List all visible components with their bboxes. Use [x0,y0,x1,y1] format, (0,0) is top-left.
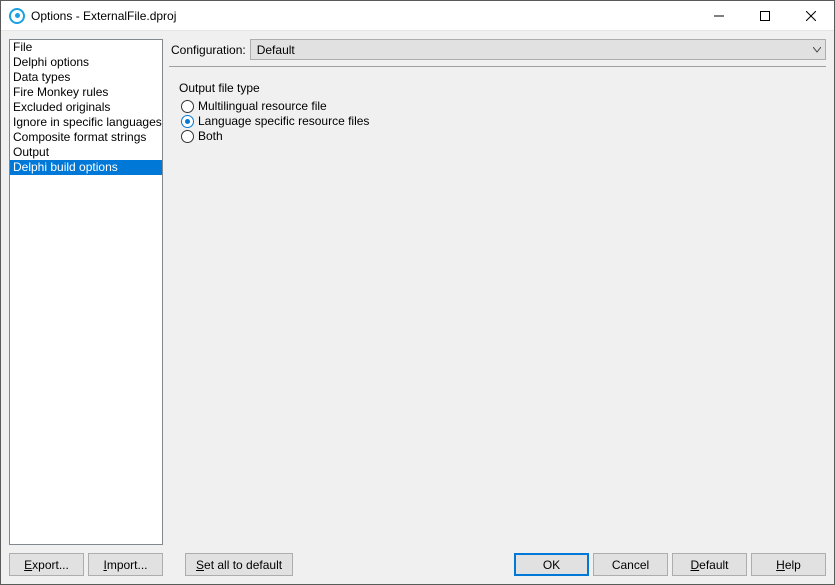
sidebar-item-excluded-originals[interactable]: Excluded originals [10,100,162,115]
radio-label: Language specific resource files [198,114,369,128]
cancel-button[interactable]: Cancel [593,553,668,576]
sidebar-item-file[interactable]: File [10,40,162,55]
sidebar-item-label: Ignore in specific languages [13,115,162,129]
configuration-select[interactable]: Default [250,39,826,60]
radio-icon [181,130,194,143]
sidebar-item-data-types[interactable]: Data types [10,70,162,85]
radio-language-specific[interactable]: Language specific resource files [179,114,826,128]
options-dialog: Options - ExternalFile.dproj File Delphi… [0,0,835,585]
sidebar-item-label: Fire Monkey rules [13,85,108,99]
radio-label: Both [198,129,223,143]
radio-multilingual[interactable]: Multilingual resource file [179,99,826,113]
close-button[interactable] [788,1,834,30]
sidebar-item-delphi-options[interactable]: Delphi options [10,55,162,70]
sidebar-item-ignore-languages[interactable]: Ignore in specific languages [10,115,162,130]
ok-button[interactable]: OK [514,553,589,576]
footer-left: Export... Import... Set all to default [9,553,293,576]
footer-right: OK Cancel Default Help [514,553,826,576]
dialog-body: File Delphi options Data types Fire Monk… [1,31,834,584]
minimize-button[interactable] [696,1,742,30]
sidebar-item-label: Composite format strings [13,130,146,144]
app-icon [9,8,25,24]
sidebar-item-label: Delphi build options [13,160,118,174]
chevron-down-icon [813,47,821,53]
sidebar-item-delphi-build-options[interactable]: Delphi build options [10,160,162,175]
sidebar-item-output[interactable]: Output [10,145,162,160]
sidebar-item-label: Delphi options [13,55,89,69]
output-file-type-group: Output file type Multilingual resource f… [179,81,826,144]
import-button[interactable]: Import... [88,553,163,576]
content-panel: Configuration: Default Output file type … [169,39,826,545]
category-list[interactable]: File Delphi options Data types Fire Monk… [9,39,163,545]
help-button[interactable]: Help [751,553,826,576]
footer: Export... Import... Set all to default O… [9,553,826,576]
main-area: File Delphi options Data types Fire Monk… [9,39,826,545]
radio-both[interactable]: Both [179,129,826,143]
radio-label: Multilingual resource file [198,99,327,113]
radio-icon [181,115,194,128]
sidebar-item-label: Output [13,145,49,159]
sidebar-item-composite-format[interactable]: Composite format strings [10,130,162,145]
configuration-value: Default [257,43,295,57]
configuration-row: Configuration: Default [169,39,826,67]
window-title: Options - ExternalFile.dproj [31,9,696,23]
sidebar-item-label: Data types [13,70,70,84]
window-controls [696,1,834,30]
configuration-label: Configuration: [169,43,246,57]
radio-icon [181,100,194,113]
sidebar-item-label: Excluded originals [13,100,110,114]
default-button[interactable]: Default [672,553,747,576]
sidebar-item-label: File [13,40,32,54]
set-all-default-button[interactable]: Set all to default [185,553,293,576]
titlebar: Options - ExternalFile.dproj [1,1,834,31]
sidebar-item-fire-monkey-rules[interactable]: Fire Monkey rules [10,85,162,100]
export-button[interactable]: Export... [9,553,84,576]
group-label: Output file type [179,81,826,95]
maximize-button[interactable] [742,1,788,30]
